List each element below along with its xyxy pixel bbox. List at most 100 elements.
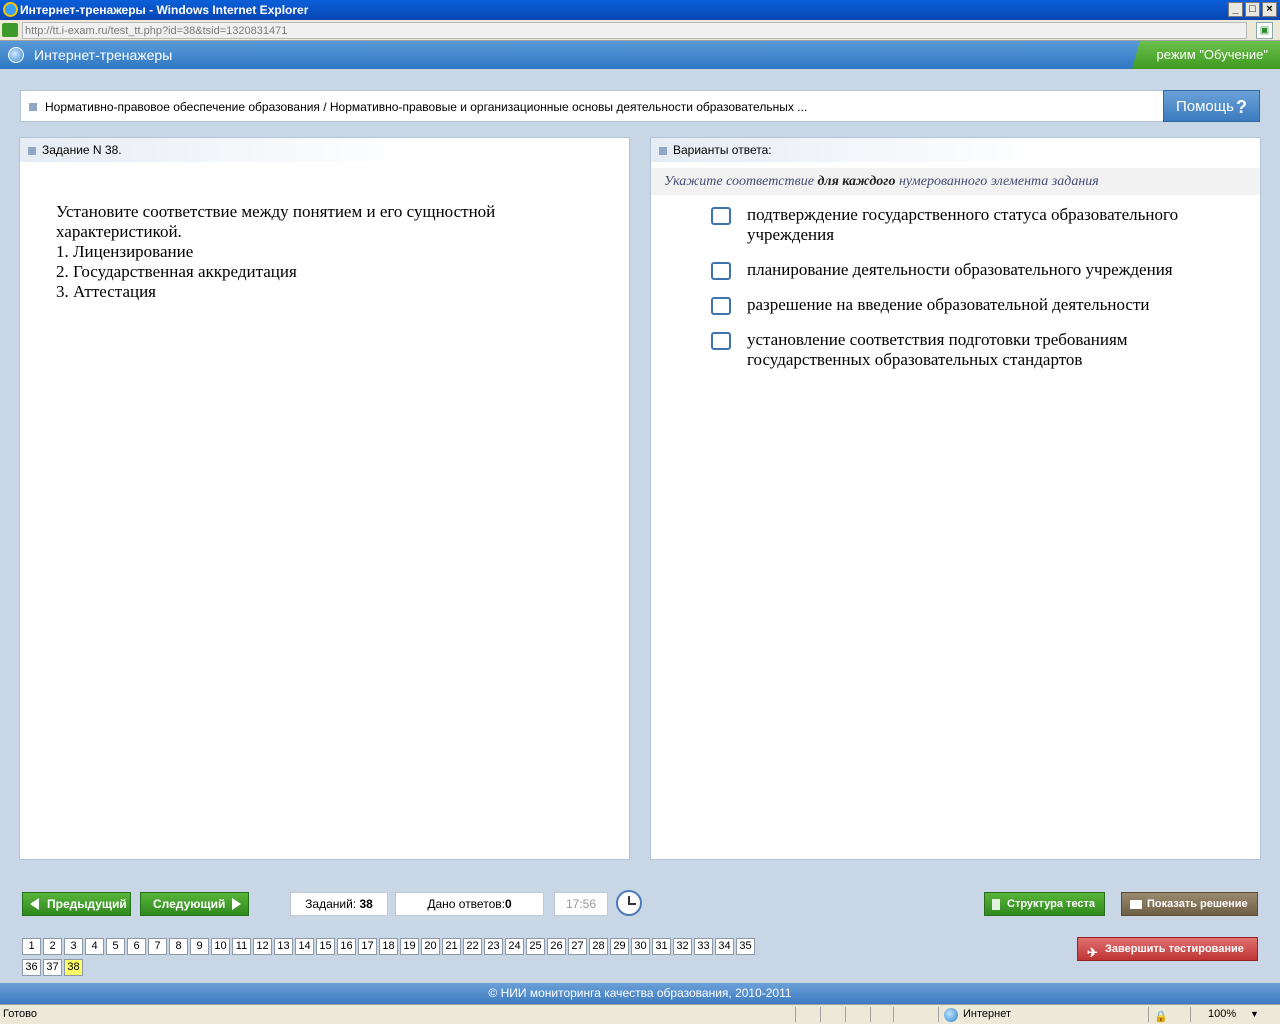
instruction-part: Укажите соответствие (664, 174, 818, 189)
answers-header: Варианты ответа: (651, 138, 1046, 162)
answer-checkbox[interactable] (711, 207, 731, 225)
status-divider (820, 1007, 821, 1022)
page-number-16[interactable]: 16 (337, 938, 356, 955)
next-button[interactable]: Следующий (140, 892, 249, 916)
status-divider (1148, 1007, 1149, 1022)
page-number-26[interactable]: 26 (547, 938, 566, 955)
page-number-36[interactable]: 36 (22, 959, 41, 976)
page-number-38[interactable]: 38 (64, 959, 83, 976)
test-structure-button[interactable]: Структура теста (984, 892, 1105, 916)
answer-option-text: разрешение на введение образовательной д… (747, 295, 1150, 314)
answers-panel: Варианты ответа: Укажите соответствие дл… (650, 137, 1261, 860)
page-number-11[interactable]: 11 (232, 938, 251, 955)
page-number-23[interactable]: 23 (484, 938, 503, 955)
page-number-30[interactable]: 30 (631, 938, 650, 955)
show-solution-button[interactable]: Показать решение (1121, 892, 1258, 916)
zone-text: Интернет (963, 1008, 1011, 1020)
globe-icon (8, 47, 24, 63)
page-number-31[interactable]: 31 (652, 938, 671, 955)
answered-label: Дано ответов: (427, 897, 505, 911)
maximize-icon[interactable]: □ (1245, 2, 1260, 17)
page-number-35[interactable]: 35 (736, 938, 755, 955)
breadcrumb-text: Нормативно-правовое обеспечение образова… (45, 100, 808, 114)
page-number-14[interactable]: 14 (295, 938, 314, 955)
question-text: Установите соответствие между понятием и… (56, 202, 576, 302)
answer-option-text: подтверждение государственного статуса о… (747, 205, 1179, 244)
total-tasks-value: 38 (359, 897, 373, 911)
status-divider (870, 1007, 871, 1022)
page-number-19[interactable]: 19 (400, 938, 419, 955)
page-number-18[interactable]: 18 (379, 938, 398, 955)
page-number-2[interactable]: 2 (43, 938, 62, 955)
status-divider (795, 1007, 796, 1022)
zoom-level[interactable]: 100% (1208, 1005, 1236, 1024)
page-number-28[interactable]: 28 (589, 938, 608, 955)
help-label: Помощь (1176, 98, 1234, 115)
zoom-dropdown-icon[interactable]: ▼ (1250, 1005, 1259, 1024)
breadcrumb: Нормативно-правовое обеспечение образова… (20, 90, 1260, 122)
minimize-icon[interactable]: _ (1228, 2, 1243, 17)
timer: 17:56 (554, 892, 608, 916)
answers-title: Варианты ответа: (673, 143, 772, 157)
finish-test-button[interactable]: ✈ Завершить тестирование (1077, 937, 1258, 961)
page-number-3[interactable]: 3 (64, 938, 83, 955)
page-number-33[interactable]: 33 (694, 938, 713, 955)
task-panel: Задание N 38. Установите соответствие ме… (19, 137, 630, 860)
page-number-10[interactable]: 10 (211, 938, 230, 955)
page-number-20[interactable]: 20 (421, 938, 440, 955)
compatibility-view-icon[interactable]: ▣ (1256, 22, 1273, 39)
window-title: Интернет-тренажеры - Windows Internet Ex… (20, 3, 309, 17)
favicon-icon (2, 23, 18, 37)
page-number-13[interactable]: 13 (274, 938, 293, 955)
instruction-emphasis: для каждого (817, 174, 896, 189)
page-number-9[interactable]: 9 (190, 938, 209, 955)
page-number-6[interactable]: 6 (127, 938, 146, 955)
url-field[interactable]: http://tt.i-exam.ru/test_tt.php?id=38&ts… (22, 22, 1247, 39)
browser-window: Интернет-тренажеры - Windows Internet Ex… (0, 0, 1280, 1024)
task-header: Задание N 38. (20, 138, 415, 162)
answers-instruction: Укажите соответствие для каждого нумеров… (651, 168, 1260, 195)
ie-logo-icon (3, 2, 18, 17)
page-number-25[interactable]: 25 (526, 938, 545, 955)
test-structure-label: Структура теста (1007, 898, 1096, 910)
bullet-square-icon (659, 147, 667, 155)
page-number-8[interactable]: 8 (169, 938, 188, 955)
page-number-32[interactable]: 32 (673, 938, 692, 955)
answer-checkbox[interactable] (711, 262, 731, 280)
status-bar: Готово Интернет 🔒 100% ▼ (0, 1004, 1280, 1024)
page-number-22[interactable]: 22 (463, 938, 482, 955)
page-number-4[interactable]: 4 (85, 938, 104, 955)
task-title: Задание N 38. (42, 143, 122, 157)
page-number-29[interactable]: 29 (610, 938, 629, 955)
status-divider (938, 1007, 939, 1022)
internet-zone-icon (944, 1008, 958, 1022)
page-number-1[interactable]: 1 (22, 938, 41, 955)
page-number-37[interactable]: 37 (43, 959, 62, 976)
bullet-square-icon (28, 147, 36, 155)
question-item-3: 3. Аттестация (56, 282, 156, 301)
page-number-15[interactable]: 15 (316, 938, 335, 955)
status-divider (893, 1007, 894, 1022)
clock-icon (616, 890, 642, 916)
page-number-17[interactable]: 17 (358, 938, 377, 955)
answer-checkbox[interactable] (711, 332, 731, 350)
page-number-5[interactable]: 5 (106, 938, 125, 955)
page-number-12[interactable]: 12 (253, 938, 272, 955)
question-prompt: Установите соответствие между понятием и… (56, 202, 496, 241)
previous-button[interactable]: Предыдущий (22, 892, 131, 916)
answer-checkbox[interactable] (711, 297, 731, 315)
help-button[interactable]: Помощь ? (1163, 90, 1260, 122)
protected-mode-icon[interactable]: 🔒 (1154, 1008, 1168, 1024)
page-number-24[interactable]: 24 (505, 938, 524, 955)
status-divider (845, 1007, 846, 1022)
address-bar: http://tt.i-exam.ru/test_tt.php?id=38&ts… (0, 20, 1280, 41)
status-text: Готово (3, 1008, 37, 1020)
close-icon[interactable]: × (1262, 2, 1277, 17)
page-number-7[interactable]: 7 (148, 938, 167, 955)
next-label: Следующий (153, 897, 226, 911)
page-number-21[interactable]: 21 (442, 938, 461, 955)
page-number-27[interactable]: 27 (568, 938, 587, 955)
mode-badge: режим "Обучение" (1132, 41, 1280, 69)
window-title-bar: Интернет-тренажеры - Windows Internet Ex… (0, 0, 1280, 20)
page-number-34[interactable]: 34 (715, 938, 734, 955)
